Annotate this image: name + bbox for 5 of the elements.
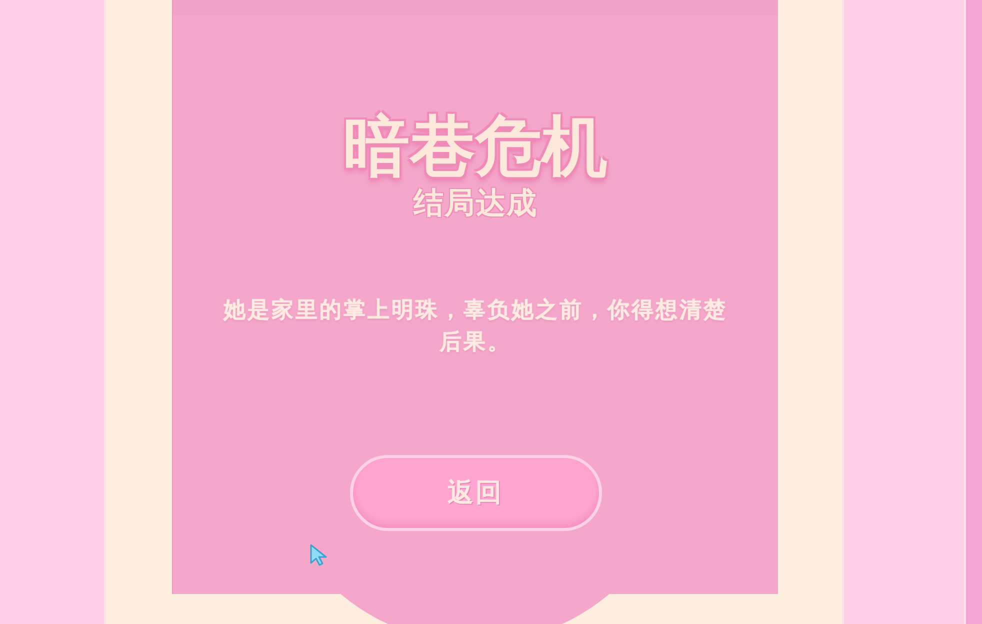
back-button[interactable]: 返回 [350,455,602,531]
cursor-icon [310,544,328,566]
ending-message: 她是家里的掌上明珠，辜负她之前，你得想清楚后果。 [222,296,728,357]
subtitle: 结局达成 [414,189,538,219]
title: 暗巷危机 [344,114,608,180]
